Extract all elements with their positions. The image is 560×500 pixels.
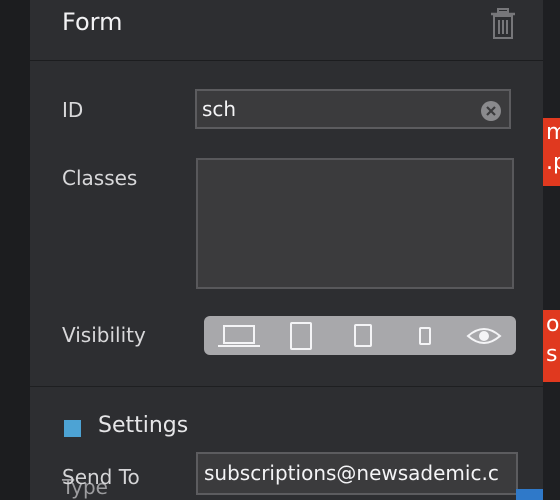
tablet-icon[interactable] <box>270 316 332 355</box>
send-to-input[interactable]: subscriptions@newsademic.c <box>204 461 516 487</box>
panel-title: Form <box>62 8 123 36</box>
panel-header: Form <box>30 0 543 61</box>
classes-textarea[interactable] <box>196 158 514 289</box>
trash-icon[interactable] <box>489 8 517 40</box>
left-sidebar-edge <box>0 0 30 500</box>
form-properties-panel: Form ID Classes Visibility <box>30 0 543 500</box>
visibility-label: Visibility <box>62 323 146 347</box>
eye-icon[interactable] <box>454 316 516 355</box>
send-to-label: Send To <box>62 465 140 489</box>
canvas-peek-block: os <box>543 310 560 382</box>
settings-section-icon <box>64 420 81 437</box>
id-label: ID <box>62 98 84 122</box>
clear-icon[interactable] <box>481 101 501 121</box>
canvas-peek-block: m .p <box>543 118 560 186</box>
id-field[interactable] <box>195 89 511 129</box>
type-select-edge[interactable] <box>516 489 543 500</box>
phone-icon[interactable] <box>394 316 456 355</box>
send-to-field[interactable]: subscriptions@newsademic.c <box>196 452 518 495</box>
id-input[interactable] <box>202 96 472 122</box>
visibility-toggle-group <box>204 316 516 355</box>
canvas-background <box>543 0 560 500</box>
section-divider <box>30 386 543 387</box>
classes-label: Classes <box>62 166 138 190</box>
laptop-icon[interactable] <box>208 316 270 355</box>
settings-section-title[interactable]: Settings <box>98 413 188 438</box>
tablet-small-icon[interactable] <box>332 316 394 355</box>
